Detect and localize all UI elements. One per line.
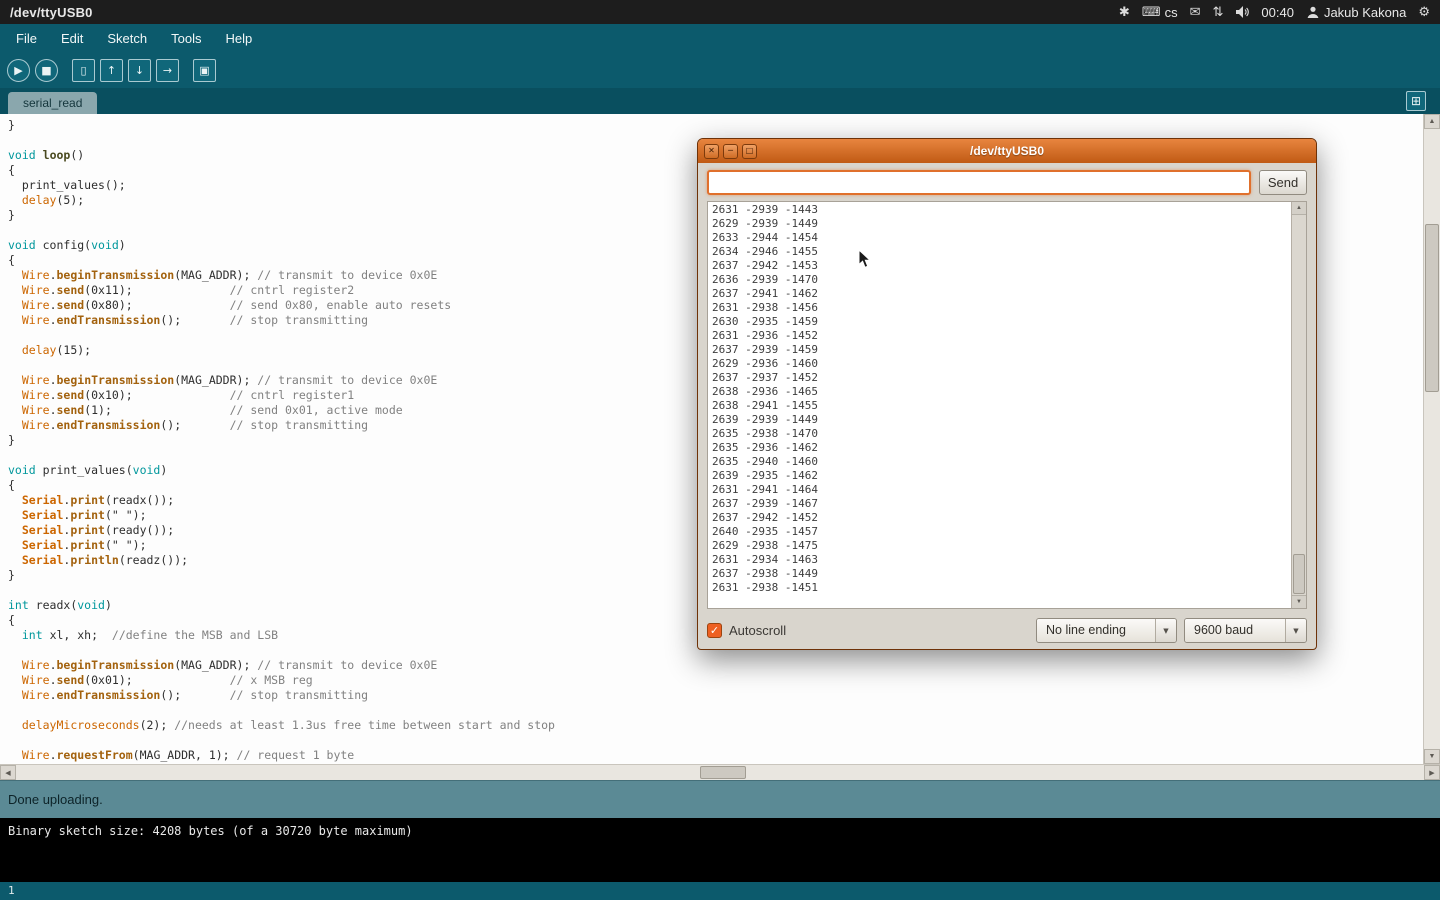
minimize-icon: ─ [728,147,733,155]
tabstrip: serial_read ⊞ [0,88,1440,114]
tab-label: serial_read [23,96,82,110]
panel-indicators: ✱ ⌨ cs ✉ ⇅ 00:40 Jakub Kakona ⚙ [1119,5,1430,20]
verify-icon: ▶ [14,65,22,76]
line-ending-select[interactable]: No line ending ▼ [1036,618,1177,643]
scroll-up-icon[interactable]: ▲ [1424,114,1440,129]
close-button[interactable]: ✕ [704,144,719,159]
keyboard-layout-label: cs [1165,5,1178,20]
upload-button[interactable]: → [156,59,179,82]
maximize-icon: □ [746,147,754,155]
toolbar: ▶ ■ ▯ ↑ ↓ → ▣ [0,52,1440,88]
send-button[interactable]: Send [1259,170,1307,195]
volume-icon[interactable] [1235,5,1249,19]
vertical-scroll-thumb[interactable] [1425,224,1439,392]
user-icon [1306,5,1320,19]
tab-serial-read[interactable]: serial_read [8,92,97,114]
console-text: Binary sketch size: 4208 bytes (of a 307… [8,824,1432,838]
session-gear-icon[interactable]: ⚙ [1418,6,1430,19]
minimize-button[interactable]: ─ [723,144,738,159]
menu-file[interactable]: File [4,27,49,50]
scroll-left-icon[interactable]: ◀ [0,765,16,780]
open-sketch-button[interactable]: ↑ [100,59,123,82]
serial-scroll-thumb[interactable] [1293,554,1305,594]
ubuntu-top-panel: /dev/ttyUSB0 ✱ ⌨ cs ✉ ⇅ 00:40 Jakub Kako… [0,0,1440,24]
horizontal-scroll-thumb[interactable] [700,766,746,779]
autoscroll-label[interactable]: Autoscroll [729,623,786,638]
scroll-down-icon[interactable]: ▼ [1292,595,1306,608]
serial-scrollbar[interactable]: ▲ ▼ [1291,202,1306,608]
code-line: Wire.requestFrom(MAG_ADDR, 1); // reques… [8,748,1423,763]
serial-monitor-titlebar[interactable]: /dev/ttyUSB0 ✕ ─ □ [698,139,1316,163]
code-line: Wire.beginTransmission(MAG_ADDR); // tra… [8,658,1423,673]
tab-menu-icon: ⊞ [1411,95,1421,107]
code-line: Wire.send(0x01); // x MSB reg [8,673,1423,688]
mail-icon[interactable]: ✉ [1190,6,1201,19]
user-name-label: Jakub Kakona [1324,5,1406,20]
menu-help[interactable]: Help [213,27,264,50]
code-line [8,733,1423,748]
serial-input[interactable] [707,170,1251,195]
serial-input-row: Send [698,163,1316,201]
line-ending-value: No line ending [1037,619,1155,642]
baud-rate-select[interactable]: 9600 baud ▼ [1184,618,1307,643]
status-bar: Done uploading. [0,780,1440,818]
serial-monitor-title: /dev/ttyUSB0 [698,144,1316,158]
tab-menu-button[interactable]: ⊞ [1406,91,1426,111]
code-line [8,703,1423,718]
scroll-right-icon[interactable]: ▶ [1424,765,1440,780]
autoscroll-checkbox[interactable]: ✓ [707,623,722,638]
code-line: } [8,118,1423,133]
serial-monitor-footer: ✓ Autoscroll No line ending ▼ 9600 baud … [698,609,1316,643]
keyboard-icon: ⌨ [1142,6,1161,19]
indicator-icon[interactable]: ✱ [1119,6,1130,19]
console-output: Binary sketch size: 4208 bytes (of a 307… [0,818,1440,882]
scroll-down-icon[interactable]: ▼ [1424,749,1440,764]
active-window-title: /dev/ttyUSB0 [10,5,93,20]
verify-button[interactable]: ▶ [7,59,30,82]
open-sketch-icon: ↑ [107,65,116,76]
code-line: Wire.endTransmission(); // stop transmit… [8,688,1423,703]
user-menu[interactable]: Jakub Kakona [1306,5,1406,20]
screen: /dev/ttyUSB0 ✱ ⌨ cs ✉ ⇅ 00:40 Jakub Kako… [0,0,1440,900]
stop-icon: ■ [41,65,51,76]
save-sketch-button[interactable]: ↓ [128,59,151,82]
stop-button[interactable]: ■ [35,59,58,82]
window-controls: ✕ ─ □ [704,144,757,159]
editor-horizontal-scrollbar[interactable]: ◀ ▶ [0,764,1440,780]
serial-monitor-button[interactable]: ▣ [193,59,216,82]
new-sketch-icon: ▯ [80,65,86,76]
save-sketch-icon: ↓ [135,65,144,76]
menu-tools[interactable]: Tools [159,27,213,50]
menu-sketch[interactable]: Sketch [95,27,159,50]
upload-icon: → [163,65,172,76]
chevron-down-icon[interactable]: ▼ [1155,619,1176,642]
serial-output[interactable]: 2631 -2939 -1443 2629 -2939 -1449 2633 -… [707,201,1307,609]
mouse-cursor [858,249,871,269]
menubar: FileEditSketchToolsHelp [0,24,1440,52]
serial-output-text: 2631 -2939 -1443 2629 -2939 -1449 2633 -… [708,202,1291,608]
close-icon: ✕ [708,147,715,155]
baud-rate-value: 9600 baud [1185,619,1285,642]
maximize-button[interactable]: □ [742,144,757,159]
serial-monitor-icon: ▣ [199,65,209,76]
keyboard-layout-indicator[interactable]: ⌨ cs [1142,5,1178,20]
scroll-up-icon[interactable]: ▲ [1292,202,1306,215]
serial-monitor-window: /dev/ttyUSB0 ✕ ─ □ Send 2631 -2939 -1443… [697,138,1317,650]
line-number-label: 1 [8,884,15,897]
clock-label[interactable]: 00:40 [1261,5,1294,20]
menu-edit[interactable]: Edit [49,27,95,50]
network-traffic-icon[interactable]: ⇅ [1212,6,1223,19]
chevron-down-icon[interactable]: ▼ [1285,619,1306,642]
new-sketch-button[interactable]: ▯ [72,59,95,82]
editor-vertical-scrollbar[interactable]: ▲ ▼ [1423,114,1440,764]
status-message: Done uploading. [8,792,103,807]
line-number-strip: 1 [0,882,1440,900]
code-line: delayMicroseconds(2); //needs at least 1… [8,718,1423,733]
